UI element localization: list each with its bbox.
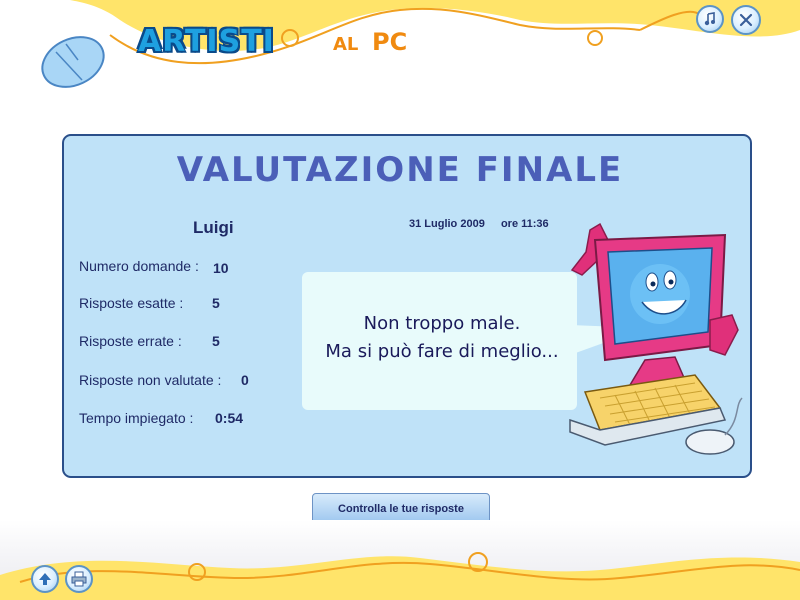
feedback-message: Non troppo male. Ma si può fare di megli… (302, 310, 582, 366)
stat-label-questions: Numero domande : (79, 258, 199, 274)
printer-icon (71, 571, 87, 587)
close-icon (739, 13, 753, 27)
stat-value-unrated: 0 (241, 372, 249, 388)
close-button[interactable] (731, 5, 761, 35)
stat-value-wrong: 5 (212, 333, 220, 349)
panel-title: VALUTAZIONE FINALE (176, 150, 624, 190)
print-button[interactable] (65, 565, 93, 593)
app-title: ARTISTI (138, 24, 275, 59)
feedback-line-2: Ma si può fare di meglio... (325, 341, 559, 362)
user-name: Luigi (193, 218, 234, 237)
up-arrow-icon (39, 573, 51, 585)
stat-value-correct: 5 (212, 295, 220, 311)
stat-value-time: 0:54 (215, 410, 244, 426)
time-value: ore 11:36 (500, 218, 549, 230)
stat-value-questions: 10 (213, 260, 229, 276)
stat-label-correct: Risposte esatte : (79, 295, 184, 311)
app-title-pc: PC (372, 28, 408, 56)
stat-label-time: Tempo impiegato : (79, 410, 194, 426)
home-button[interactable] (31, 565, 59, 593)
footer-decoration (0, 520, 800, 600)
stat-label-wrong: Risposte errate : (79, 333, 182, 349)
date-value: 31 Luglio 2009 (409, 218, 485, 230)
stat-label-unrated: Risposte non valutate : (79, 372, 222, 388)
app-title-al: AL (333, 34, 359, 55)
music-note-icon (704, 12, 715, 26)
mouse-logo-icon (41, 36, 105, 88)
feedback-line-1: Non troppo male. (363, 313, 521, 334)
sound-button[interactable] (696, 5, 724, 33)
date-label: 31 Luglio 2009 ore 11:36 (409, 218, 549, 230)
computer-mascot-icon (569, 222, 743, 455)
